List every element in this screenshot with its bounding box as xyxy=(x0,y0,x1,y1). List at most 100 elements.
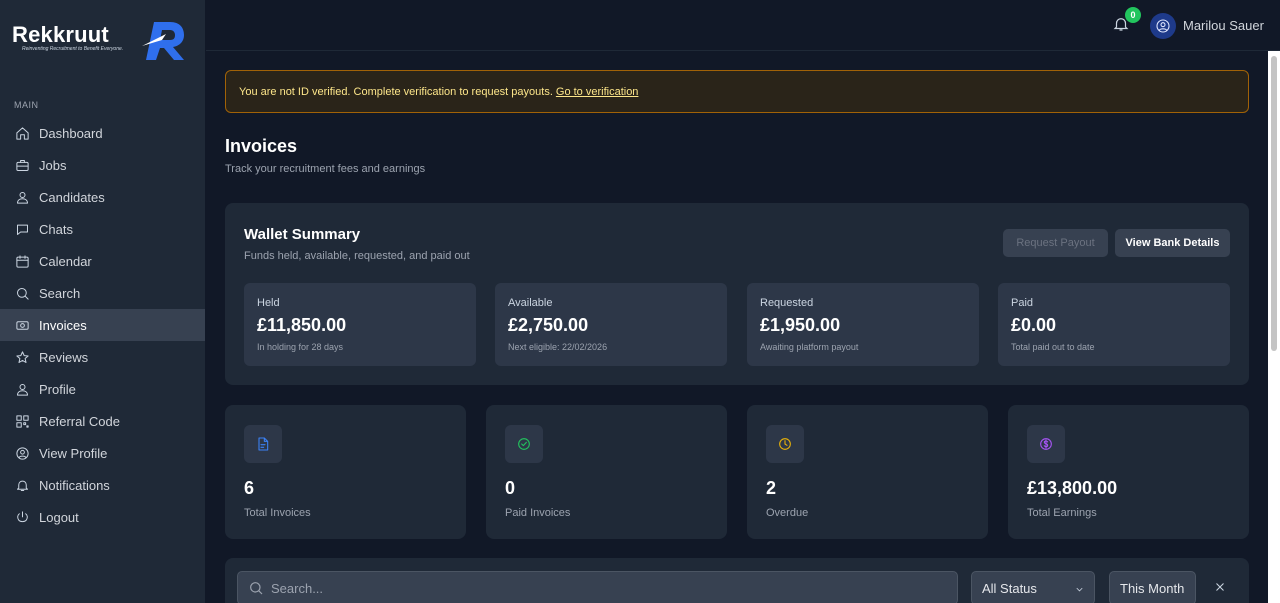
search-icon xyxy=(14,285,30,301)
search-input[interactable] xyxy=(271,572,951,603)
wallet-card-note: Next eligible: 22/02/2026 xyxy=(508,342,608,352)
dollar-circle-icon xyxy=(1027,425,1065,463)
calendar-icon xyxy=(14,253,30,269)
scrollbar-thumb[interactable] xyxy=(1271,56,1277,351)
star-icon xyxy=(14,349,30,365)
sidebar-item-reviews[interactable]: Reviews xyxy=(0,341,205,373)
stat-card-paid-invoices: 0 Paid Invoices xyxy=(486,405,727,539)
user-icon xyxy=(14,381,30,397)
sidebar-item-candidates[interactable]: Candidates xyxy=(0,181,205,213)
qr-code-icon xyxy=(14,413,30,429)
stat-label: Total Invoices xyxy=(244,507,311,519)
page-subtitle: Track your recruitment fees and earnings xyxy=(225,163,426,175)
bell-icon xyxy=(14,477,30,493)
invoice-filters: All Status This Month xyxy=(225,558,1249,603)
search-field[interactable] xyxy=(237,571,958,603)
stat-card-total-earnings: £13,800.00 Total Earnings xyxy=(1008,405,1249,539)
sidebar-item-notifications[interactable]: Notifications xyxy=(0,469,205,501)
avatar[interactable] xyxy=(1150,13,1176,39)
logout-icon xyxy=(14,509,30,525)
sidebar-item-profile[interactable]: Profile xyxy=(0,373,205,405)
sidebar-item-dashboard[interactable]: Dashboard xyxy=(0,117,205,149)
wallet-subtitle: Funds held, available, requested, and pa… xyxy=(244,250,470,262)
sidebar-nav: Dashboard Jobs Candidates Chats Calendar… xyxy=(0,117,205,533)
sidebar-item-label: View Profile xyxy=(39,445,108,461)
stat-label: Overdue xyxy=(766,507,809,519)
period-select-value: This Month xyxy=(1120,580,1185,596)
sidebar-item-label: Referral Code xyxy=(39,413,120,429)
stat-card-overdue: 2 Overdue xyxy=(747,405,988,539)
wallet-card-note: Awaiting platform payout xyxy=(760,342,859,352)
top-bar: 0 Marilou Sauer xyxy=(206,0,1280,51)
clear-filters-close-icon[interactable] xyxy=(1213,580,1229,596)
stat-card-total-invoices: 6 Total Invoices xyxy=(225,405,466,539)
wallet-card-value: £11,850.00 xyxy=(257,315,347,335)
sidebar-item-invoices[interactable]: Invoices xyxy=(0,309,205,341)
go-to-verification-link[interactable]: Go to verification xyxy=(556,86,639,98)
user-icon xyxy=(14,189,30,205)
stat-value: £13,800.00 xyxy=(1027,478,1118,498)
wallet-card-value: £2,750.00 xyxy=(508,315,589,335)
chat-icon xyxy=(14,221,30,237)
sidebar-item-label: Candidates xyxy=(39,189,105,205)
logo-r-mark-icon xyxy=(142,22,184,60)
briefcase-icon xyxy=(14,157,30,173)
brand-logo[interactable]: Rekkruut Reinventing Recruitment to Bene… xyxy=(12,14,192,64)
sidebar-item-label: Profile xyxy=(39,381,76,397)
wallet-card-label: Available xyxy=(508,297,553,309)
search-icon xyxy=(250,582,263,595)
wallet-card-note: In holding for 28 days xyxy=(257,342,344,352)
sidebar-item-label: Search xyxy=(39,285,81,301)
status-select[interactable]: All Status xyxy=(971,571,1095,603)
sidebar-item-jobs[interactable]: Jobs xyxy=(0,149,205,181)
wallet-title: Wallet Summary xyxy=(244,226,361,243)
sidebar-item-view-profile[interactable]: View Profile xyxy=(0,437,205,469)
sidebar-item-logout[interactable]: Logout xyxy=(0,501,205,533)
home-icon xyxy=(14,125,30,141)
stat-value: 0 xyxy=(505,478,516,498)
page-title: Invoices xyxy=(225,136,298,156)
wallet-card-available: Available £2,750.00 Next eligible: 22/02… xyxy=(495,283,727,366)
stat-value: 2 xyxy=(766,478,777,498)
wallet-card-held: Held £11,850.00 In holding for 28 days xyxy=(244,283,476,366)
wallet-card-label: Requested xyxy=(760,297,814,309)
wallet-summary-panel: Wallet Summary Funds held, available, re… xyxy=(225,203,1249,385)
sidebar-item-label: Chats xyxy=(39,221,73,237)
sidebar: Rekkruut Reinventing Recruitment to Bene… xyxy=(0,0,206,603)
user-circle-icon xyxy=(14,445,30,461)
alert-message: You are not ID verified. Complete verifi… xyxy=(239,85,553,98)
stat-label: Paid Invoices xyxy=(505,507,571,519)
wallet-card-value: £1,950.00 xyxy=(760,315,841,335)
brand-name: Rekkruut xyxy=(12,22,109,47)
user-circle-icon xyxy=(1156,19,1170,33)
sidebar-item-calendar[interactable]: Calendar xyxy=(0,245,205,277)
sidebar-item-search[interactable]: Search xyxy=(0,277,205,309)
sidebar-item-referral-code[interactable]: Referral Code xyxy=(0,405,205,437)
verification-alert: You are not ID verified. Complete verifi… xyxy=(225,70,1249,113)
brand-tagline: Reinventing Recruitment to Benefit Every… xyxy=(22,46,124,52)
sidebar-item-label: Logout xyxy=(39,509,79,525)
check-circle-icon xyxy=(505,425,543,463)
wallet-card-label: Held xyxy=(257,297,280,309)
nav-section-label: MAIN xyxy=(14,100,39,110)
invoice-icon xyxy=(14,317,30,333)
status-select-value: All Status xyxy=(982,580,1037,596)
request-payout-button[interactable]: Request Payout xyxy=(1003,229,1108,257)
document-icon xyxy=(244,425,282,463)
sidebar-item-label: Notifications xyxy=(39,477,110,493)
sidebar-item-label: Calendar xyxy=(39,253,92,269)
notification-count-badge: 0 xyxy=(1125,7,1141,23)
sidebar-item-chats[interactable]: Chats xyxy=(0,213,205,245)
view-bank-details-button[interactable]: View Bank Details xyxy=(1115,229,1230,257)
wallet-card-paid: Paid £0.00 Total paid out to date xyxy=(998,283,1230,366)
period-select[interactable]: This Month xyxy=(1109,571,1196,603)
stat-value: 6 xyxy=(244,478,255,498)
user-name[interactable]: Marilou Sauer xyxy=(1183,18,1264,33)
page-scrollbar[interactable] xyxy=(1268,51,1280,603)
sidebar-item-label: Invoices xyxy=(39,317,87,333)
wallet-card-label: Paid xyxy=(1011,297,1034,309)
wallet-card-note: Total paid out to date xyxy=(1011,342,1095,352)
wallet-card-requested: Requested £1,950.00 Awaiting platform pa… xyxy=(747,283,979,366)
chevron-down-icon xyxy=(1074,583,1085,594)
stat-label: Total Earnings xyxy=(1027,507,1097,519)
